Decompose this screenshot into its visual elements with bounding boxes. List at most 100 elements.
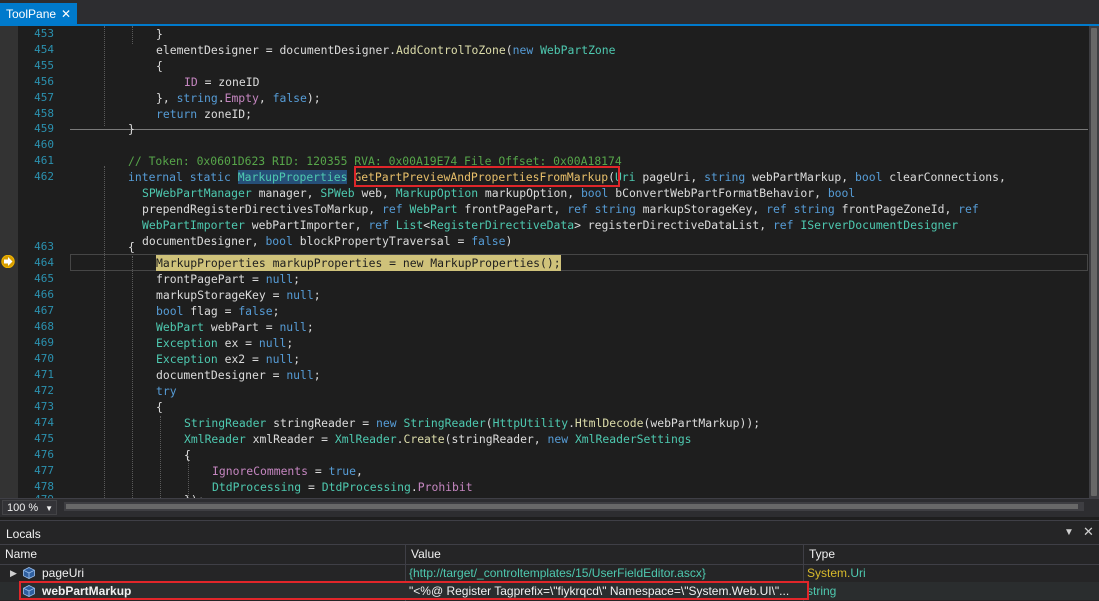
line-number: 472: [34, 384, 54, 397]
code-line[interactable]: 466 markupStorageKey = null;: [0, 287, 1090, 303]
close-icon[interactable]: ✕: [61, 3, 71, 26]
code-line[interactable]: 477 IgnoreComments = true,: [0, 463, 1090, 479]
code-text: markupStorageKey = null;: [156, 288, 321, 302]
chevron-down-icon[interactable]: ▼: [1064, 527, 1074, 538]
tab-toolpane[interactable]: ToolPane ✕: [0, 3, 77, 26]
token-keyword: try: [156, 384, 177, 398]
code-text: {: [156, 400, 163, 414]
code-line[interactable]: 467 bool flag = false;: [0, 303, 1090, 319]
code-text: {: [128, 240, 135, 254]
line-number: 462: [34, 170, 54, 183]
column-header-name[interactable]: Name: [0, 545, 406, 564]
code-text: elementDesigner = documentDesigner.AddCo…: [156, 43, 616, 57]
line-number: 476: [34, 448, 54, 461]
local-value[interactable]: {http://target/_controltemplates/15/User…: [409, 564, 801, 582]
chevron-down-icon: ▼: [45, 504, 53, 513]
code-line[interactable]: prependRegisterDirectivesToMarkup, ref W…: [0, 201, 1090, 217]
code-line[interactable]: 475 XmlReader xmlReader = XmlReader.Crea…: [0, 431, 1090, 447]
method-name-highlight-box: [354, 166, 620, 187]
code-line[interactable]: 457 }, string.Empty, false);: [0, 90, 1090, 106]
line-number: 467: [34, 304, 54, 317]
code-line[interactable]: 468 WebPart webPart = null;: [0, 319, 1090, 335]
line-number: 464: [34, 256, 54, 269]
code-text: WebPart webPart = null;: [156, 320, 314, 334]
code-text: }, string.Empty, false);: [156, 91, 321, 105]
document-tab-bar: ToolPane ✕: [0, 0, 1099, 26]
line-number: 453: [34, 27, 54, 40]
code-line[interactable]: 476 {: [0, 447, 1090, 463]
code-line[interactable]: WebPartImporter webPartImporter, ref Lis…: [0, 217, 1090, 233]
code-text: }: [128, 122, 135, 136]
field-cube-icon: [23, 567, 35, 579]
code-line[interactable]: 474 StringReader stringReader = new Stri…: [0, 415, 1090, 431]
selected-row-highlight-box: [19, 581, 809, 600]
tab-title: ToolPane: [6, 7, 57, 21]
code-line[interactable]: 465 frontPagePart = null;: [0, 271, 1090, 287]
line-number: 457: [34, 91, 54, 104]
locals-window: Locals ▼ ✕ Name Value Type ▶ pageUri {ht…: [0, 520, 1099, 601]
line-number: 473: [34, 400, 54, 413]
code-text: {: [156, 59, 163, 73]
code-text: SPWebPartManager manager, SPWeb web, Mar…: [142, 186, 856, 200]
type-name: Uri: [850, 566, 866, 580]
code-line[interactable]: 453 }: [0, 26, 1090, 42]
line-number: 461: [34, 154, 54, 167]
code-line[interactable]: 454 elementDesigner = documentDesigner.A…: [0, 42, 1090, 58]
line-number: 454: [34, 43, 54, 56]
code-line[interactable]: 463 {: [0, 239, 1090, 255]
code-text: return zoneID;: [156, 107, 253, 121]
code-line-current[interactable]: 464 MarkupProperties markupProperties = …: [0, 255, 1090, 271]
line-number: 470: [34, 352, 54, 365]
code-line[interactable]: 473 {: [0, 399, 1090, 415]
code-line[interactable]: 460: [0, 137, 1090, 153]
zoom-dropdown[interactable]: 100 % ▼: [2, 500, 57, 515]
current-statement-text: MarkupProperties markupProperties = new …: [156, 255, 561, 271]
code-text: XmlReader xmlReader = XmlReader.Create(s…: [184, 432, 692, 446]
type-namespace: System.: [807, 566, 851, 580]
editor-scroll-thumb[interactable]: [1091, 28, 1097, 496]
code-text: Exception ex = null;: [156, 336, 294, 350]
code-line[interactable]: 458 return zoneID;: [0, 106, 1090, 122]
locals-title: Locals: [6, 527, 41, 541]
line-number: 474: [34, 416, 54, 429]
local-name: pageUri: [42, 566, 85, 580]
zoom-value: 100 %: [7, 502, 39, 514]
code-line[interactable]: 455 {: [0, 58, 1090, 74]
line-number: 460: [34, 138, 54, 151]
code-line[interactable]: SPWebPartManager manager, SPWeb web, Mar…: [0, 185, 1090, 201]
line-number: 469: [34, 336, 54, 349]
line-number: 459: [34, 122, 54, 135]
local-type: string: [807, 584, 837, 598]
code-text: Exception ex2 = null;: [156, 352, 301, 366]
editor-hscroll-thumb[interactable]: [66, 504, 1078, 509]
line-number: 455: [34, 59, 54, 72]
code-line[interactable]: 469 Exception ex = null;: [0, 335, 1090, 351]
code-text: prependRegisterDirectivesToMarkup, ref W…: [142, 202, 979, 216]
line-number: 468: [34, 320, 54, 333]
expand-arrow-icon[interactable]: ▶: [10, 564, 17, 582]
line-number: 477: [34, 464, 54, 477]
code-editor[interactable]: 453 } 454 elementDesigner = documentDesi…: [0, 26, 1090, 498]
code-line[interactable]: 471 documentDesigner = null;: [0, 367, 1090, 383]
locals-header-row: Name Value Type: [0, 544, 1099, 565]
local-type: System.Uri: [807, 564, 907, 582]
line-number: 456: [34, 75, 54, 88]
code-text: IgnoreComments = true,: [212, 464, 363, 478]
line-number: 465: [34, 272, 54, 285]
line-number: 475: [34, 432, 54, 445]
code-line[interactable]: 472 try: [0, 383, 1090, 399]
line-number: 471: [34, 368, 54, 381]
code-text: ID = zoneID: [184, 75, 260, 89]
column-header-type[interactable]: Type: [804, 545, 1099, 564]
code-text: bool flag = false;: [156, 304, 280, 318]
locals-row[interactable]: ▶ pageUri {http://target/_controltemplat…: [0, 564, 1099, 582]
line-number: 463: [34, 240, 54, 253]
code-line[interactable]: 456 ID = zoneID: [0, 74, 1090, 90]
code-line[interactable]: 459 }: [0, 121, 1090, 137]
code-line[interactable]: 470 Exception ex2 = null;: [0, 351, 1090, 367]
code-text: {: [184, 448, 191, 462]
close-icon[interactable]: ✕: [1083, 524, 1094, 540]
line-number: 458: [34, 107, 54, 120]
column-header-value[interactable]: Value: [406, 545, 804, 564]
line-number: 466: [34, 288, 54, 301]
